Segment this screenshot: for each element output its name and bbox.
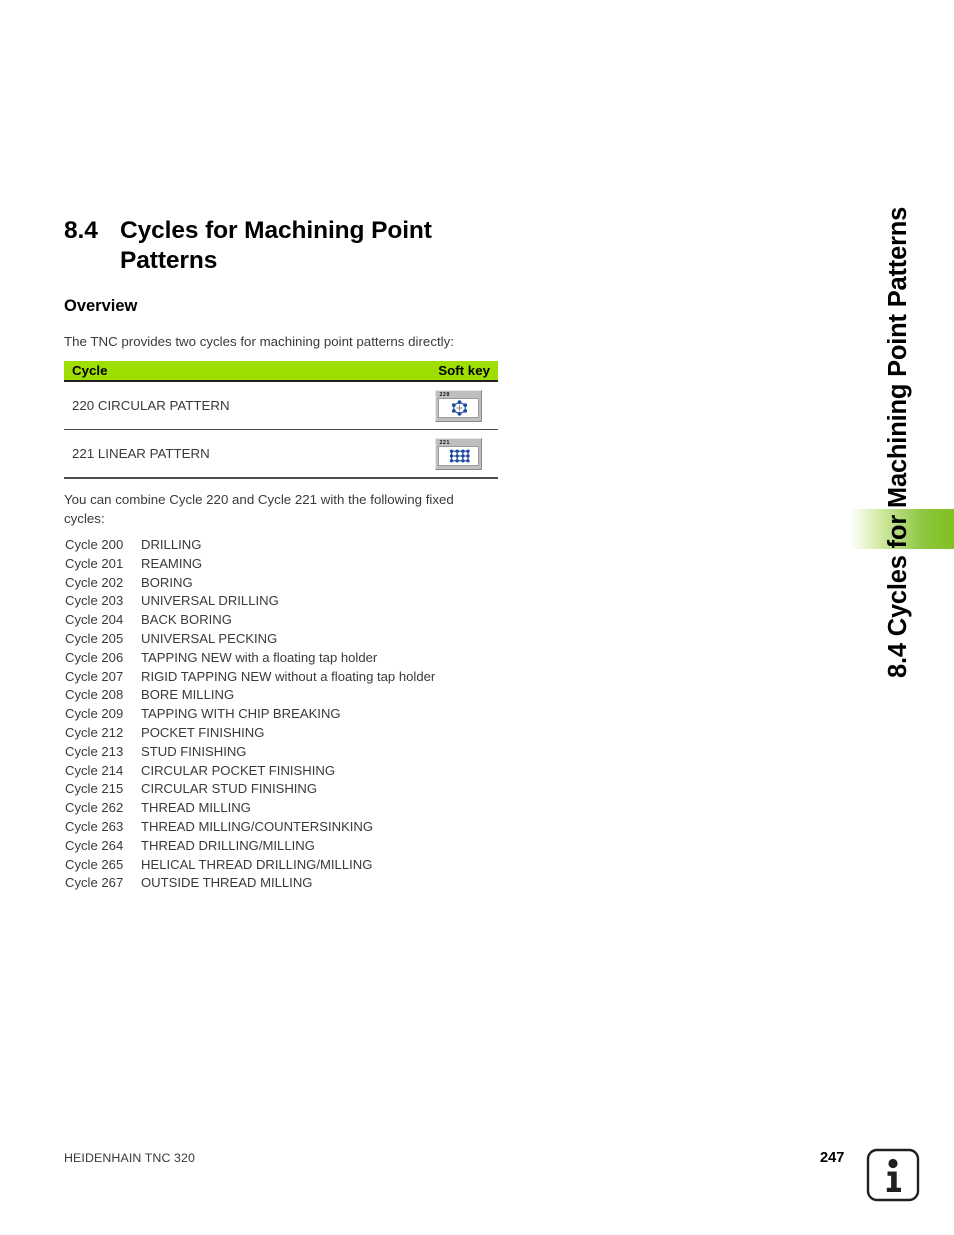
cycle-list-item-id: Cycle 214 (65, 762, 124, 778)
cycle-list-item-id: Cycle 213 (65, 743, 124, 759)
cycle-list-item-name: BACK BORING (141, 612, 232, 628)
cycle-list-item: Cycle 267 OUTSIDE THREAD MILLING (65, 875, 585, 894)
cycle-list-item-name: HELICAL THREAD DRILLING/MILLING (141, 856, 373, 872)
cycle-list-item-id: Cycle 263 (65, 818, 124, 834)
side-tab-label: 8.4 Cycles for Machining Point Patterns (884, 206, 912, 678)
cycle-221-label: 221 LINEAR PATTERN (72, 446, 210, 462)
cycle-list-item: Cycle 209 TAPPING WITH CHIP BREAKING (65, 706, 585, 725)
softkey-table: Cycle Soft key 220 CIRCULAR PATTERN 220 (64, 361, 498, 479)
cycle-list-item-name: DRILLING (141, 537, 202, 552)
cycle-list-item-id: Cycle 262 (65, 800, 124, 816)
cycle-list-item: Cycle 262 THREAD MILLING (65, 800, 585, 819)
cycle-list-item-id: Cycle 205 (65, 630, 124, 646)
side-tab-accent-swatch (844, 509, 954, 549)
cycle-list-item-name: CIRCULAR STUD FINISHING (141, 781, 318, 797)
cycle-list-item-id: Cycle 200 (65, 537, 124, 552)
softkey-cell: 220 (426, 389, 490, 422)
cycle-list-item-id: Cycle 204 (65, 612, 124, 628)
cycle-list-item: Cycle 215 CIRCULAR STUD FINISHING (65, 781, 585, 800)
cycle-list-item-name: UNIVERSAL DRILLING (141, 593, 279, 609)
cycle-list-item: Cycle 265 HELICAL THREAD DRILLING/MILLING (65, 857, 585, 876)
overview-heading: Overview (64, 297, 138, 315)
cycle-list-item: Cycle 204 BACK BORING (65, 612, 585, 631)
cycle-list-item: Cycle 203 UNIVERSAL DRILLING (65, 593, 585, 612)
information-icon (866, 1148, 920, 1202)
cycle-list-item-name: POCKET FINISHING (141, 724, 265, 740)
cycle-list-item-id: Cycle 265 (65, 856, 124, 872)
cycle-list-item-name: REAMING (141, 555, 203, 571)
cycle-list-item: Cycle 214 CIRCULAR POCKET FINISHING (65, 763, 585, 782)
combine-cycles-text: You can combine Cycle 220 and Cycle 221 … (64, 492, 454, 526)
table-row: 221 LINEAR PATTERN 221 (64, 430, 498, 477)
table-header-row: Cycle Soft key (64, 361, 498, 380)
cycle-list-item-id: Cycle 267 (65, 875, 124, 891)
cycle-list-item-name: TAPPING WITH CHIP BREAKING (141, 706, 341, 722)
softkey-button-220[interactable]: 220 (434, 389, 482, 422)
cycle-list-item-name: STUD FINISHING (141, 743, 247, 759)
softkey-cell: 221 (426, 437, 490, 470)
cycle-list-item-name: THREAD DRILLING/MILLING (141, 837, 315, 853)
section-title: Cycles for Machining Point Patterns (120, 217, 432, 274)
footer-product-name: HEIDENHAIN TNC 320 (64, 1151, 196, 1165)
cycle-list-item-id: Cycle 264 (65, 837, 124, 853)
cycle-list-item-id: Cycle 209 (65, 706, 124, 722)
cycle-list-item: Cycle 212 POCKET FINISHING (65, 725, 585, 744)
cycle-list-item: Cycle 207 RIGID TAPPING NEW without a flo… (65, 669, 585, 688)
cycle-list-item-id: Cycle 207 (65, 668, 124, 684)
side-tab-text-container: 8.4 Cycles for Machining Point Patterns (884, 207, 948, 678)
table-row: 220 CIRCULAR PATTERN 220 (64, 382, 498, 429)
overview-intro-text: The TNC provides two cycles for machinin… (64, 334, 454, 349)
column-header-cycle: Cycle (72, 363, 108, 378)
cycle-list-item-id: Cycle 208 (65, 687, 124, 703)
cycle-220-label: 220 CIRCULAR PATTERN (72, 398, 230, 414)
cycle-list-item-name: OUTSIDE THREAD MILLING (141, 875, 313, 891)
cycle-list-item-name: CIRCULAR POCKET FINISHING (141, 762, 336, 778)
cycle-list-item: Cycle 201 REAMING (65, 556, 585, 575)
page-title: 8.4 Cycles for Machining Point Patterns (64, 216, 534, 276)
cycle-list-item-id: Cycle 206 (65, 649, 124, 665)
page-number: 247 (820, 1150, 845, 1166)
table-bottom-rule (64, 477, 498, 479)
fixed-cycle-list: Cycle 200 DRILLING Cycle 201 REAMING Cycle 2… (65, 537, 585, 894)
cycle-list-item-id: Cycle 203 (65, 593, 124, 609)
circular-pattern-icon (437, 397, 479, 418)
cycle-list-item-name: TAPPING NEW with a floating tap holder (141, 649, 378, 665)
cycle-list-item-id: Cycle 212 (65, 724, 124, 740)
cycle-list-item-name: BORING (141, 574, 193, 590)
cycle-list-item: Cycle 206 TAPPING NEW with a floating tap… (65, 650, 585, 669)
section-number: 8.4 (64, 217, 98, 244)
cycle-list-item-name: RIGID TAPPING NEW without a floating tap… (141, 668, 436, 684)
column-header-softkey: Soft key (438, 363, 490, 378)
cycle-list-item: Cycle 213 STUD FINISHING (65, 744, 585, 763)
cycle-list-item: Cycle 263 THREAD MILLING/COUNTERSINKING (65, 819, 585, 838)
cycle-list-item-id: Cycle 201 (65, 555, 124, 571)
linear-pattern-icon (437, 445, 479, 466)
cycle-list-item: Cycle 202 BORING (65, 575, 585, 594)
cycle-list-item-name: UNIVERSAL PECKING (141, 630, 278, 646)
cycle-list-item: Cycle 208 BORE MILLING (65, 687, 585, 706)
softkey-button-221[interactable]: 221 (434, 437, 482, 470)
cycle-list-item-name: THREAD MILLING (141, 800, 251, 816)
cycle-list-item: Cycle 205 UNIVERSAL PECKING (65, 631, 585, 650)
cycle-list-item: Cycle 200 DRILLING (65, 537, 585, 556)
cycle-list-item-name: THREAD MILLING/COUNTERSINKING (141, 818, 374, 834)
cycle-list-item-id: Cycle 215 (65, 781, 124, 797)
cycle-list-item-name: BORE MILLING (141, 687, 235, 703)
cycle-list-item: Cycle 264 THREAD DRILLING/MILLING (65, 838, 585, 857)
cycle-list-item-id: Cycle 202 (65, 574, 124, 590)
